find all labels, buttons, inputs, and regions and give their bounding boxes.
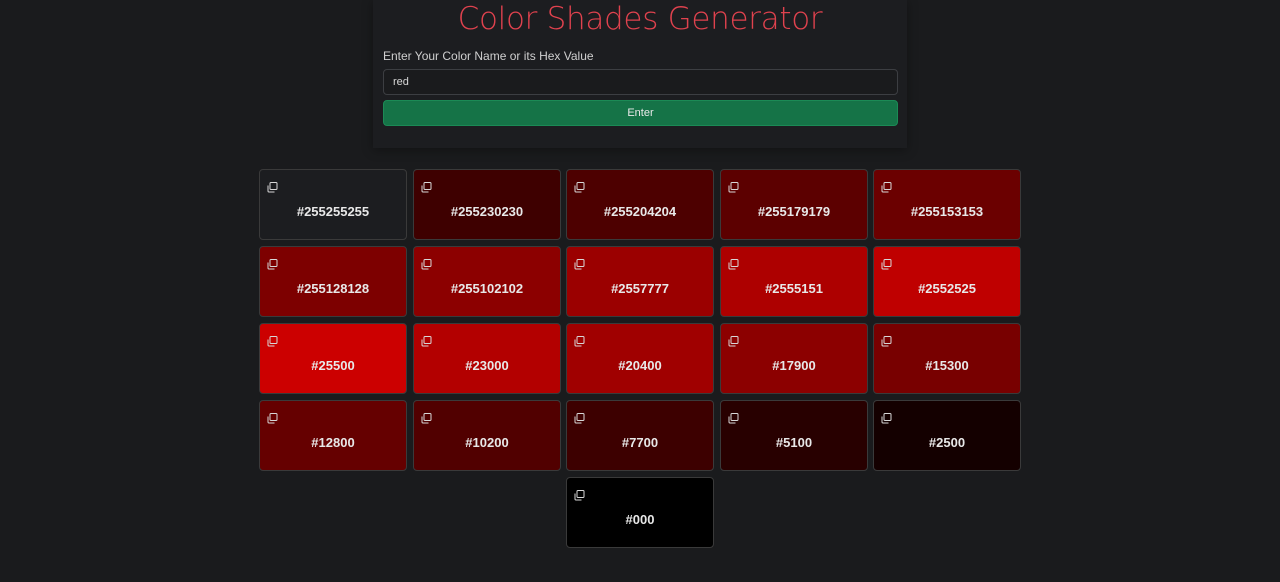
swatch-hex-label: #2557777 [611, 281, 669, 296]
color-swatch[interactable]: #20400 [566, 323, 714, 394]
color-swatch[interactable]: #255255255 [259, 169, 407, 240]
color-swatch[interactable]: #25500 [259, 323, 407, 394]
color-swatch[interactable]: #255128128 [259, 246, 407, 317]
swatch-hex-label: #255255255 [296, 204, 370, 219]
swatch-hex-label: #2555151 [765, 281, 823, 296]
swatch-hex-label: #255153153 [910, 204, 984, 219]
color-input-label: Enter Your Color Name or its Hex Value [383, 49, 594, 63]
color-swatch[interactable]: #255153153 [873, 169, 1021, 240]
copy-icon[interactable] [728, 180, 739, 193]
color-swatch[interactable]: #000 [566, 477, 714, 548]
copy-icon[interactable] [267, 411, 278, 424]
swatch-hex-label: #5100 [775, 435, 813, 450]
swatch-hex-label: #2500 [928, 435, 966, 450]
copy-icon[interactable] [881, 257, 892, 270]
swatch-hex-label: #17900 [772, 358, 816, 373]
copy-icon[interactable] [574, 411, 585, 424]
swatch-hex-label: #000 [625, 512, 655, 527]
color-swatch[interactable]: #255102102 [413, 246, 561, 317]
copy-icon[interactable] [728, 411, 739, 424]
color-swatch[interactable]: #255230230 [413, 169, 561, 240]
copy-icon[interactable] [728, 334, 739, 347]
color-swatch[interactable]: #15300 [873, 323, 1021, 394]
copy-icon[interactable] [421, 411, 432, 424]
enter-button[interactable]: Enter [383, 100, 898, 126]
swatch-hex-label: #7700 [621, 435, 659, 450]
copy-icon[interactable] [574, 180, 585, 193]
copy-icon[interactable] [421, 257, 432, 270]
copy-icon[interactable] [267, 257, 278, 270]
swatch-hex-label: #2552525 [918, 281, 976, 296]
swatch-hex-label: #25500 [311, 358, 355, 373]
copy-icon[interactable] [881, 334, 892, 347]
copy-icon[interactable] [881, 180, 892, 193]
copy-icon[interactable] [881, 411, 892, 424]
color-swatch[interactable]: #17900 [720, 323, 868, 394]
swatch-hex-label: #15300 [925, 358, 969, 373]
swatch-hex-label: #10200 [465, 435, 509, 450]
copy-icon[interactable] [574, 488, 585, 501]
page-title: Color Shades Generator [457, 1, 823, 37]
copy-icon[interactable] [267, 180, 278, 193]
color-swatch[interactable]: #2555151 [720, 246, 868, 317]
color-swatch[interactable]: #255204204 [566, 169, 714, 240]
color-input[interactable]: red [383, 69, 898, 95]
swatch-hex-label: #255128128 [296, 281, 370, 296]
color-swatch[interactable]: #23000 [413, 323, 561, 394]
swatch-hex-label: #255179179 [757, 204, 831, 219]
copy-icon[interactable] [574, 334, 585, 347]
swatch-hex-label: #20400 [618, 358, 662, 373]
swatch-hex-label: #255102102 [450, 281, 524, 296]
swatch-hex-label: #255230230 [450, 204, 524, 219]
color-swatch[interactable]: #12800 [259, 400, 407, 471]
color-swatch[interactable]: #5100 [720, 400, 868, 471]
swatch-hex-label: #12800 [311, 435, 355, 450]
copy-icon[interactable] [728, 257, 739, 270]
copy-icon[interactable] [267, 334, 278, 347]
color-swatch[interactable]: #2500 [873, 400, 1021, 471]
copy-icon[interactable] [421, 334, 432, 347]
color-swatch[interactable]: #7700 [566, 400, 714, 471]
swatch-hex-label: #23000 [465, 358, 509, 373]
color-swatch[interactable]: #10200 [413, 400, 561, 471]
color-swatch[interactable]: #255179179 [720, 169, 868, 240]
copy-icon[interactable] [421, 180, 432, 193]
copy-icon[interactable] [574, 257, 585, 270]
color-swatch[interactable]: #2557777 [566, 246, 714, 317]
swatch-hex-label: #255204204 [603, 204, 677, 219]
color-swatch[interactable]: #2552525 [873, 246, 1021, 317]
